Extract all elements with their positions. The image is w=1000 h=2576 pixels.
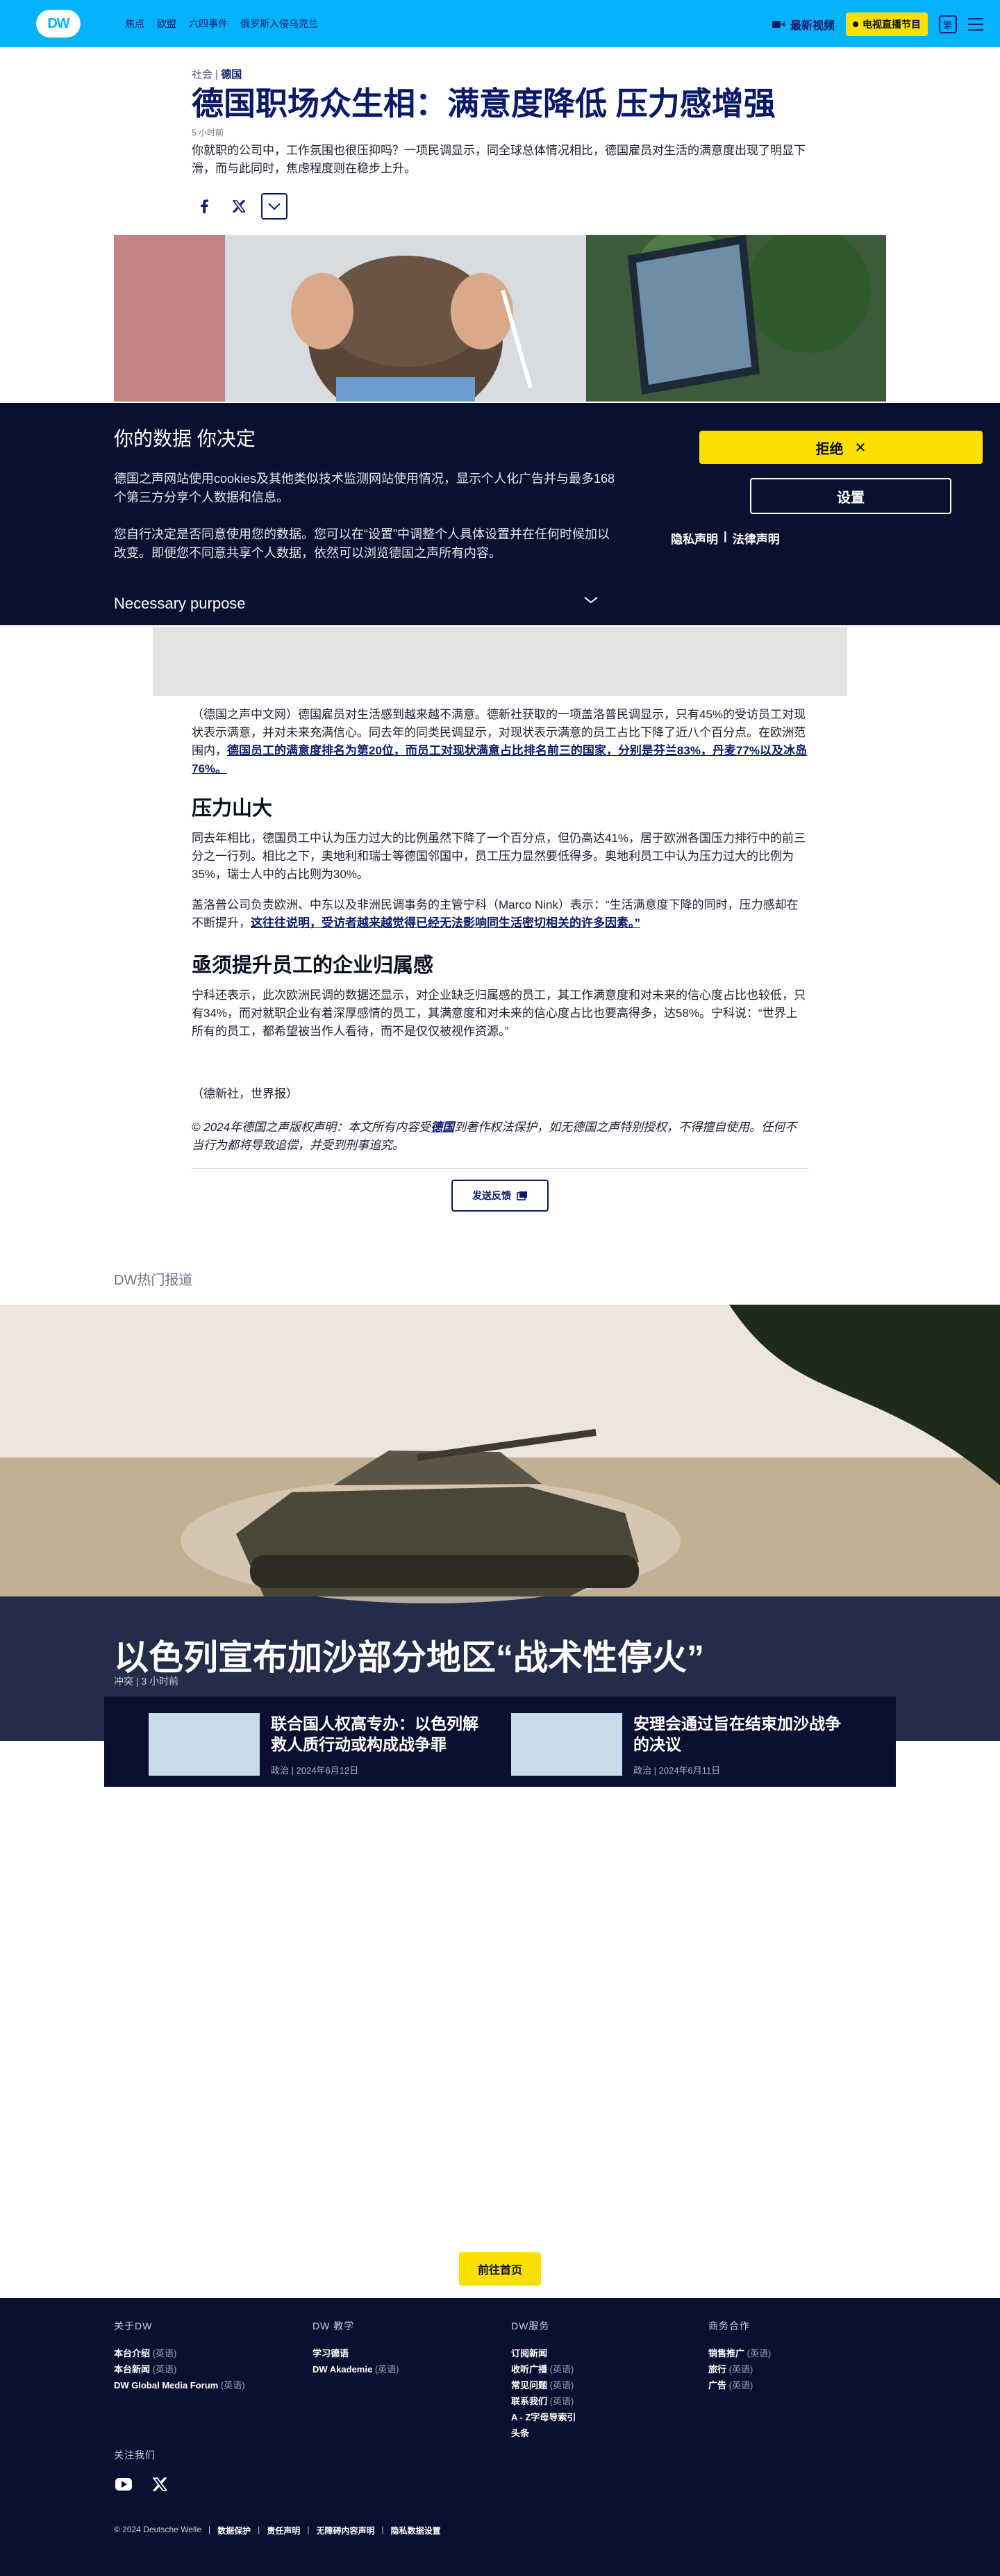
stressed-worker-illustration: [114, 235, 886, 402]
footer-link[interactable]: 常见问题 (英语): [511, 2377, 692, 2393]
card-thumbnail: [511, 1713, 622, 1776]
video-camera-icon: [772, 21, 785, 28]
footer-link[interactable]: A - Z字母导索引: [511, 2409, 692, 2425]
follow-us-label: 关注我们: [114, 2450, 156, 2461]
live-tv-button[interactable]: 电视直播节目: [846, 13, 928, 36]
cookie-text-1: 德国之声网站使用cookies及其他类似技术监测网站使用情况，显示个人化广告并与…: [114, 472, 615, 504]
news-card[interactable]: 联合国人权高专办：以色列解救人质行动或构成战争罪 政治 | 2024年6月12日: [149, 1713, 496, 1776]
copyright-link[interactable]: 德国: [431, 1121, 454, 1134]
legal-link[interactable]: 无障碍内容声明: [316, 2525, 374, 2536]
related-cards: 联合国人权高专办：以色列解救人质行动或构成战争罪 政治 | 2024年6月12日…: [104, 1696, 896, 1787]
live-dot-icon: [853, 22, 858, 27]
share-bar: [192, 193, 288, 220]
paragraph-1: （德国之声中文网）德国雇员对生活感到越来越不满意。德新社获取的一项盖洛普民调显示…: [192, 708, 807, 775]
ad-placeholder: [153, 627, 847, 696]
paragraph-2: 同去年相比，德国员工中认为压力过大的比例虽然下降了一个百分点，但仍高达41%，居…: [192, 832, 806, 881]
footer-link[interactable]: 本台新闻 (英语): [114, 2361, 294, 2377]
necessary-purpose-toggle[interactable]: Necessary purpose: [114, 595, 246, 613]
footer-link[interactable]: 旅行 (英语): [708, 2361, 889, 2377]
legal-link[interactable]: 数据保护: [217, 2525, 251, 2536]
hot-news-label: DW热门报道: [114, 1273, 193, 1288]
footer-link[interactable]: 头条: [511, 2425, 692, 2441]
footer-link[interactable]: 学习德语: [312, 2345, 493, 2361]
footer-link[interactable]: 收听广播 (英语): [511, 2361, 692, 2377]
cookie-title: 你的数据 你决定: [114, 428, 256, 449]
feedback-label: 发送反馈: [472, 1190, 511, 1201]
subheading-stress: 压力山大: [192, 798, 273, 820]
settings-button[interactable]: 设置: [750, 478, 951, 514]
privacy-link[interactable]: 隐私声明: [671, 529, 718, 547]
top-header: DW 焦点 欧盟 六四事件 俄罗斯入侵乌克兰 最新视频 电视直播节目 繁: [0, 0, 1000, 47]
feedback-button[interactable]: 发送反馈: [451, 1180, 549, 1212]
hamburger-menu-icon[interactable]: [968, 18, 983, 31]
go-home-button[interactable]: 前往首页: [459, 2252, 541, 2286]
paragraph-1-link[interactable]: 德国员工的满意度排名为第20位，而员工对现状满意占比排名前三的国家，分别是芬兰8…: [192, 744, 807, 775]
reject-label: 拒绝: [815, 441, 844, 457]
card-meta: 政治 | 2024年6月11日: [633, 1765, 721, 1776]
legal-bar: © 2024 Deutsche Welle | 数据保护 | 责任声明 | 无障碍内容…: [114, 2525, 441, 2536]
card-meta: 政治 | 2024年6月12日: [271, 1765, 359, 1776]
article-kicker: 社会 | 德国: [192, 69, 242, 81]
footer-link[interactable]: 广告 (英语): [708, 2377, 889, 2393]
hot-news-title[interactable]: 以色列宣布加沙部分地区“战术性停火”: [114, 1630, 704, 1680]
header-actions: 最新视频 电视直播节目 繁: [772, 13, 983, 36]
card-title: 联合国人权高专办：以色列解救人质行动或构成战争罪: [271, 1715, 478, 1753]
language-button[interactable]: 繁: [939, 15, 957, 33]
reject-button[interactable]: 拒绝 ✕: [699, 431, 983, 464]
article-title: 德国职场众生相：满意度降低 压力感增强: [192, 85, 776, 122]
facebook-icon[interactable]: [192, 194, 217, 219]
footer-link[interactable]: 销售推广 (英语): [708, 2345, 889, 2361]
footer-col-services: DW服务 订阅新闻 收听广播 (英语) 常见问题 (英语) 联系我们 (英语) …: [511, 2319, 692, 2441]
article-time: 5 小时前: [192, 128, 224, 138]
article-teaser: 你就职的公司中，工作氛围也很压抑吗？一项民调显示，同全球总体情况相比，德国雇员对…: [192, 144, 806, 175]
footer-col-learn: DW 教学 学习德语 DW Akademie (英语): [312, 2319, 493, 2377]
nav-item-june4[interactable]: 六四事件: [189, 17, 228, 31]
x-twitter-icon[interactable]: [150, 2476, 169, 2493]
close-icon: ✕: [854, 440, 867, 456]
legal-link[interactable]: 法律声明: [733, 529, 780, 547]
footer-col-business: 商务合作 销售推广 (英语) 旅行 (英语) 广告 (英语): [708, 2319, 889, 2393]
paragraph-4: 宁科还表示，此次欧洲民调的数据还显示，对企业缺乏归属感的员工，其工作满意度和对未…: [192, 989, 806, 1038]
logo-text: DW: [47, 15, 69, 31]
top-nav: 焦点 欧盟 六四事件 俄罗斯入侵乌克兰: [125, 17, 318, 31]
footer-link[interactable]: DW Global Media Forum (英语): [114, 2377, 294, 2393]
footer-link[interactable]: DW Akademie (英语): [312, 2361, 493, 2377]
legal-link[interactable]: 隐私数据设置: [391, 2525, 441, 2536]
legal-link[interactable]: 责任声明: [267, 2525, 300, 2536]
footer-link[interactable]: 本台介绍 (英语): [114, 2345, 294, 2361]
article-copyright: © 2024年德国之声版权声明：本文所有内容受德国到著作权法保护，如无德国之声特…: [192, 1121, 797, 1152]
cookie-text-2: 您自行决定是否同意使用您的数据。您可以在“设置”中调整个人具体设置并在任何时候加…: [114, 527, 610, 560]
x-twitter-icon[interactable]: [226, 194, 251, 219]
paragraph-3: 盖洛普公司负责欧洲、中东以及非洲民调事务的主管宁科（Marco Nink）表示：…: [192, 898, 799, 930]
youtube-icon[interactable]: [114, 2476, 133, 2493]
live-tv-label: 电视直播节目: [862, 19, 921, 30]
nav-item-eu[interactable]: 欧盟: [157, 17, 176, 31]
cookie-links: 隐私声明 | 法律声明: [671, 529, 780, 547]
footer-link[interactable]: 订阅新闻: [511, 2345, 692, 2361]
news-card[interactable]: 安理会通过旨在结束加沙战争的决议 政治 | 2024年6月11日: [511, 1713, 858, 1776]
nav-item-ukraine[interactable]: 俄罗斯入侵乌克兰: [240, 17, 318, 31]
category-label[interactable]: 社会: [192, 69, 212, 81]
footer-link[interactable]: 联系我们 (英语): [511, 2393, 692, 2409]
paragraph-3-link[interactable]: 这往往说明，受访者越来越觉得已经无法影响同生活密切相关的许多因素。”: [251, 916, 640, 930]
article-source: （德新社，世界报）: [192, 1087, 298, 1100]
article-hero-image: [114, 235, 886, 402]
footer: 关于DW 本台介绍 (英语) 本台新闻 (英语) DW Global Media…: [0, 2298, 1000, 2576]
subheading-belonging: 亟须提升员工的企业归属感: [192, 955, 434, 977]
card-thumbnail: [149, 1713, 260, 1776]
social-links: [114, 2476, 169, 2493]
card-title: 安理会通过旨在结束加沙战争的决议: [633, 1715, 841, 1753]
nav-item-focus[interactable]: 焦点: [125, 17, 144, 31]
dw-logo[interactable]: DW: [36, 10, 81, 38]
feedback-icon: [517, 1191, 527, 1200]
latest-video-label: 最新视频: [790, 20, 835, 32]
cookie-consent-banner: 你的数据 你决定 德国之声网站使用cookies及其他类似技术监测网站使用情况，…: [0, 403, 1000, 625]
tag-label[interactable]: 德国: [221, 69, 242, 81]
footer-col-about: 关于DW 本台介绍 (英语) 本台新闻 (英语) DW Global Media…: [114, 2319, 294, 2393]
footer-copyright: © 2024 Deutsche Welle: [114, 2525, 202, 2534]
share-expand-chevron-icon[interactable]: [261, 193, 288, 220]
hot-news-meta: 冲突 | 3 小时前: [114, 1676, 179, 1687]
chevron-down-icon[interactable]: [583, 595, 599, 604]
latest-video-link[interactable]: 最新视频: [772, 16, 835, 33]
